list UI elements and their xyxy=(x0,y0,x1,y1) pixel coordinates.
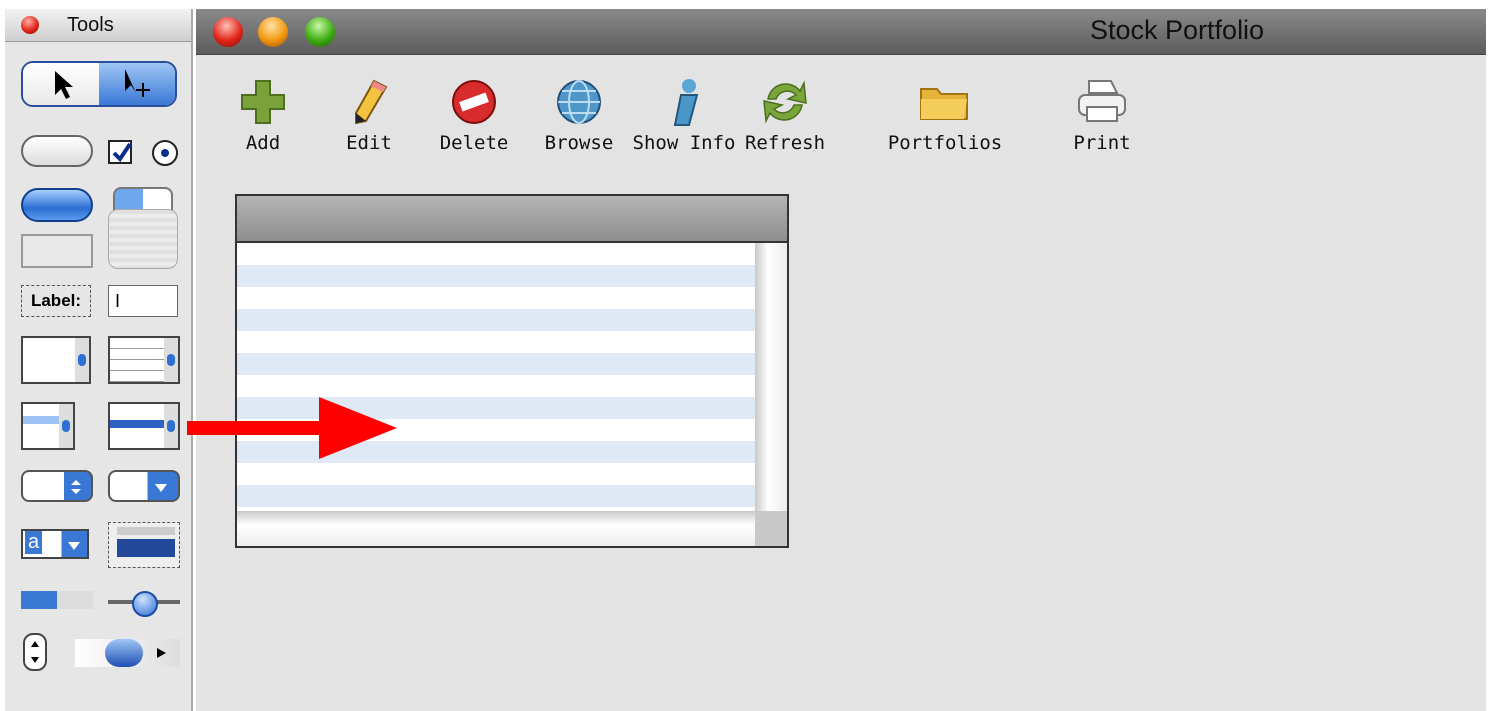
arrow-pointer-icon xyxy=(55,71,73,99)
disclosure-tool[interactable] xyxy=(75,639,180,667)
text-cursor-icon: I xyxy=(115,291,121,311)
disclosure-triangle-icon xyxy=(157,648,166,658)
delete-icon xyxy=(444,74,504,130)
red-arrow-icon xyxy=(187,397,397,459)
text-view-tool[interactable] xyxy=(21,336,91,384)
toolbar-portfolios-label: Portfolios xyxy=(887,132,1003,154)
toolbar-edit-button[interactable]: Edit xyxy=(339,74,399,164)
portfolio-table[interactable] xyxy=(235,194,789,548)
scroller-icon xyxy=(164,338,178,382)
move-pointer-icon xyxy=(125,69,150,97)
radio-dot-icon xyxy=(161,149,169,157)
toolbar-add-button[interactable]: Add xyxy=(233,74,293,164)
combo-box-tool[interactable]: a xyxy=(21,529,89,559)
outline-view-tool[interactable] xyxy=(108,402,180,450)
table-row[interactable] xyxy=(237,309,755,331)
toolbar-delete-label: Delete xyxy=(439,132,509,154)
table-row[interactable] xyxy=(237,265,755,287)
box-tool[interactable] xyxy=(21,234,93,268)
toolbar-print-button[interactable]: Print xyxy=(1072,74,1132,164)
scroller-icon xyxy=(59,404,73,448)
globe-icon xyxy=(549,74,609,130)
tools-close-button[interactable] xyxy=(21,16,39,34)
toolbar-edit-label: Edit xyxy=(346,132,392,154)
selection-tool-group xyxy=(21,61,177,107)
add-icon xyxy=(233,74,293,130)
toolbar-delete-button[interactable]: Delete xyxy=(439,74,509,164)
stepper-arrows-icon xyxy=(31,641,39,663)
printer-icon xyxy=(1072,74,1132,130)
toolbar-portfolios-button[interactable]: Portfolios xyxy=(888,74,1002,164)
scroller-icon xyxy=(164,404,178,448)
text-field-tool[interactable]: I xyxy=(108,285,178,317)
pencil-icon xyxy=(339,74,399,130)
toolbar-refresh-label: Refresh xyxy=(744,132,826,154)
window-title: Stock Portfolio xyxy=(1090,15,1265,45)
table-row[interactable] xyxy=(237,353,755,375)
table-row[interactable] xyxy=(237,243,755,265)
stock-portfolio-window: Stock Portfolio Add Edit Delete Browse S… xyxy=(196,9,1486,711)
table-row[interactable] xyxy=(237,375,755,397)
stepper-tool[interactable] xyxy=(23,633,47,671)
updown-arrows-icon xyxy=(71,480,81,494)
table-body[interactable] xyxy=(237,243,755,511)
folder-icon xyxy=(915,74,975,130)
menu-highlight-icon xyxy=(117,539,175,557)
slider-tool[interactable] xyxy=(108,591,180,617)
tools-palette-titlebar: Tools xyxy=(5,9,191,42)
checkmark-icon xyxy=(112,142,132,163)
progress-indicator-tool[interactable] xyxy=(21,591,93,609)
label-tool[interactable]: Label: xyxy=(21,285,91,317)
table-row[interactable] xyxy=(237,463,755,485)
table-view-tool[interactable] xyxy=(21,402,75,450)
vertical-scrollbar[interactable] xyxy=(755,243,787,511)
arrow-select-tool[interactable] xyxy=(23,63,99,105)
close-button[interactable] xyxy=(213,17,243,47)
toolbar-show-info-button[interactable]: Show Info xyxy=(632,74,736,164)
popup-button-tool[interactable] xyxy=(21,470,93,502)
table-row[interactable] xyxy=(237,485,755,507)
default-button-tool[interactable] xyxy=(21,188,93,222)
table-row[interactable] xyxy=(237,331,755,353)
scroll-corner xyxy=(755,511,787,546)
info-icon xyxy=(654,74,714,130)
toolbar-show-info-label: Show Info xyxy=(632,132,736,154)
table-header[interactable] xyxy=(237,196,787,243)
push-button-tool[interactable] xyxy=(21,135,93,167)
scroller-icon xyxy=(75,338,89,382)
toolbar-browse-button[interactable]: Browse xyxy=(544,74,614,164)
tools-palette: Tools Label: I a xyxy=(5,9,193,711)
tools-palette-title: Tools xyxy=(67,14,114,36)
checkbox-tool[interactable] xyxy=(108,140,132,164)
pulldown-button-tool[interactable] xyxy=(108,470,180,502)
grid-table-tool[interactable] xyxy=(108,336,180,384)
toolbar-add-label: Add xyxy=(245,132,281,154)
tab-view-tool[interactable] xyxy=(108,209,178,269)
minimize-button[interactable] xyxy=(258,17,288,47)
text-combo-letter: a xyxy=(25,531,43,554)
chevron-down-icon xyxy=(68,542,80,550)
horizontal-scrollbar[interactable] xyxy=(237,511,755,546)
label-tool-text: Label: xyxy=(30,291,82,310)
slider-knob-icon xyxy=(132,591,158,617)
chevron-down-icon xyxy=(155,484,167,492)
refresh-icon xyxy=(755,74,815,130)
move-select-tool[interactable] xyxy=(99,63,175,105)
table-row[interactable] xyxy=(237,287,755,309)
toolbar-browse-label: Browse xyxy=(544,132,614,154)
toolbar-refresh-button[interactable]: Refresh xyxy=(745,74,825,164)
window-titlebar: Stock Portfolio xyxy=(196,9,1486,55)
zoom-button[interactable] xyxy=(305,17,335,47)
menu-tool[interactable] xyxy=(108,522,180,568)
toolbar-print-label: Print xyxy=(1073,132,1131,154)
radio-button-tool[interactable] xyxy=(152,140,178,166)
